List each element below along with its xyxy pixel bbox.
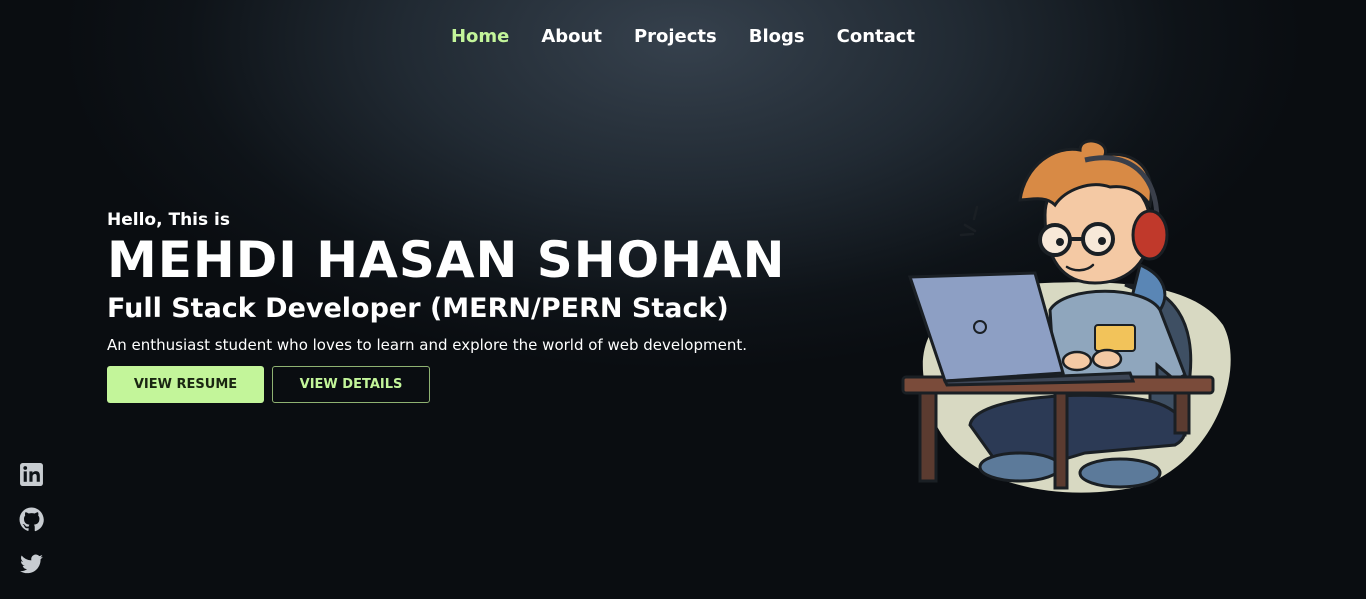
hero-role: Full Stack Developer (MERN/PERN Stack) xyxy=(107,293,729,324)
hero-name: MEHDI HASAN SHOHAN xyxy=(107,231,786,289)
developer-illustration xyxy=(895,135,1240,500)
twitter-icon[interactable] xyxy=(19,552,44,577)
view-resume-button[interactable]: VIEW RESUME xyxy=(107,366,264,403)
view-details-button[interactable]: VIEW DETAILS xyxy=(272,366,430,403)
hero-buttons: VIEW RESUME VIEW DETAILS xyxy=(107,366,786,403)
hero-greeting: Hello, This is xyxy=(107,210,230,230)
nav-about[interactable]: About xyxy=(541,26,602,47)
social-links xyxy=(19,462,44,577)
nav-blogs[interactable]: Blogs xyxy=(749,26,805,47)
github-icon[interactable] xyxy=(19,507,44,532)
nav-contact[interactable]: Contact xyxy=(837,26,915,47)
nav-projects[interactable]: Projects xyxy=(634,26,717,47)
nav-home[interactable]: Home xyxy=(451,26,509,47)
hero-section: Hello, This is MEHDI HASAN SHOHAN Full S… xyxy=(107,210,786,403)
linkedin-icon[interactable] xyxy=(19,462,44,487)
hero-description: An enthusiast student who loves to learn… xyxy=(107,336,747,354)
main-nav: Home About Projects Blogs Contact xyxy=(0,26,1366,47)
